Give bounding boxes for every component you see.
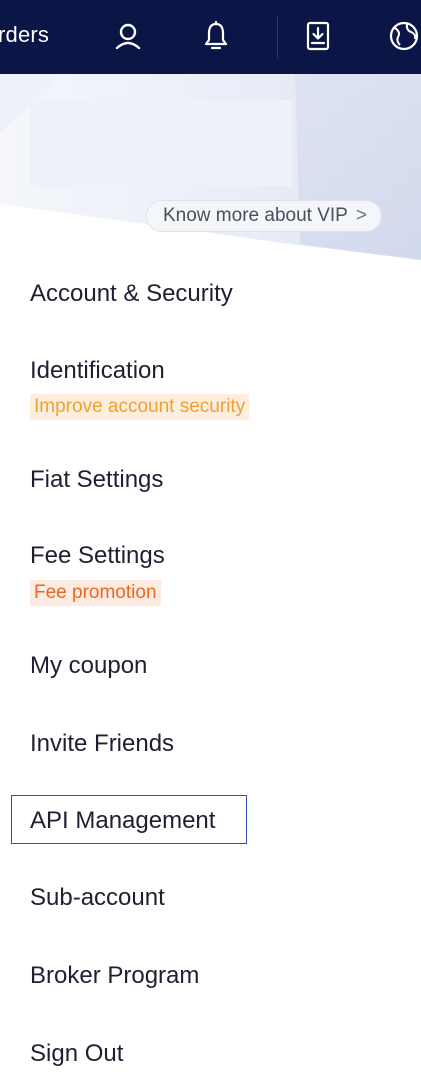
- menu-item-fee-settings[interactable]: Fee Settings: [30, 542, 165, 570]
- account-dropdown-panel: Know more about VIP > Account & Security …: [0, 74, 421, 1079]
- menu-item-identification[interactable]: Identification: [30, 357, 165, 385]
- bell-icon[interactable]: [198, 18, 234, 54]
- menu-item-account-security[interactable]: Account & Security: [30, 280, 233, 308]
- user-icon[interactable]: [110, 18, 146, 54]
- globe-icon[interactable]: [386, 18, 421, 54]
- menu-item-sub-account[interactable]: Sub-account: [30, 884, 165, 912]
- menu-item-fiat-settings[interactable]: Fiat Settings: [30, 466, 163, 494]
- chevron-right-icon: >: [355, 205, 367, 226]
- menu-item-invite-friends[interactable]: Invite Friends: [30, 730, 174, 758]
- vip-banner: Know more about VIP >: [0, 74, 421, 264]
- nav-divider: [277, 16, 278, 58]
- orders-link[interactable]: rders: [0, 22, 49, 48]
- menu-item-broker-program[interactable]: Broker Program: [30, 962, 199, 990]
- vip-info-link[interactable]: Know more about VIP >: [146, 200, 382, 232]
- vip-level-placeholder: [30, 100, 292, 186]
- vip-link-label: Know more about VIP: [163, 205, 348, 226]
- identification-status-badge: Improve account security: [30, 394, 250, 420]
- download-icon[interactable]: [300, 18, 336, 54]
- top-navigation-bar: rders: [0, 0, 421, 74]
- fee-promotion-badge: Fee promotion: [30, 580, 161, 606]
- menu-item-my-coupon[interactable]: My coupon: [30, 652, 147, 680]
- menu-item-sign-out[interactable]: Sign Out: [30, 1040, 123, 1068]
- menu-item-api-management[interactable]: API Management: [30, 807, 215, 835]
